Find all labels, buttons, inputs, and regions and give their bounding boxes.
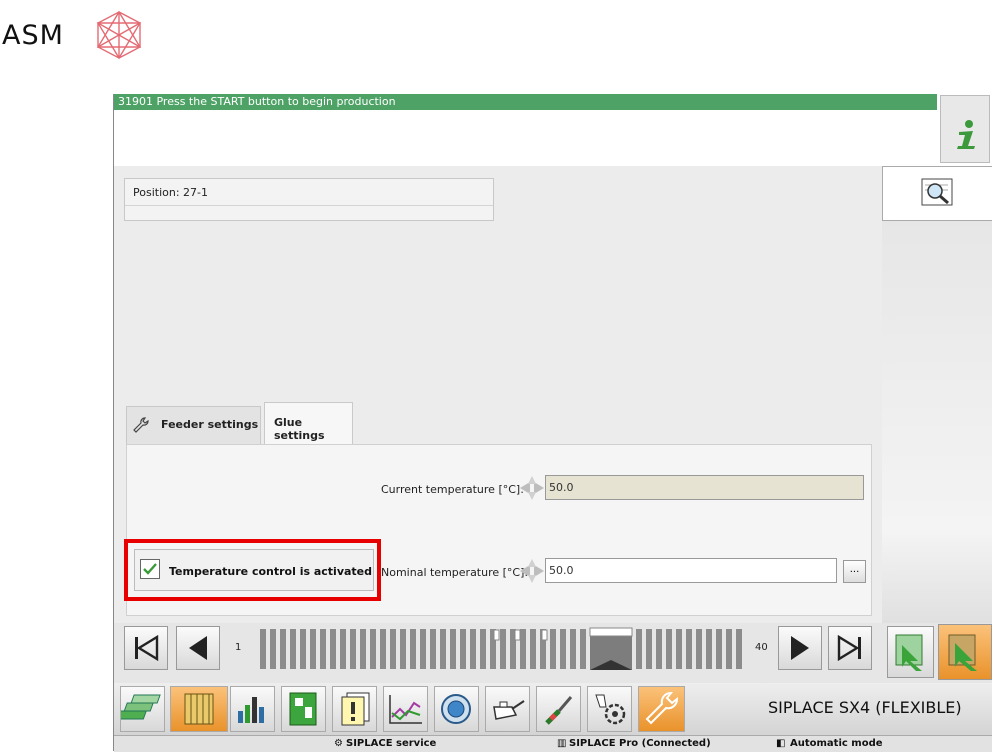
navigator-end-label: 40	[755, 642, 768, 653]
screwdriver-icon	[545, 696, 573, 725]
hand-gear-icon	[595, 694, 626, 725]
pro-status: SIPLACE Pro (Connected)	[569, 738, 711, 749]
current-temperature-field: 50.0	[545, 475, 864, 500]
tab-glue-settings[interactable]: Glue settings	[264, 402, 353, 445]
tab-label: Feeder settings	[161, 418, 259, 431]
navigator-start-label: 1	[235, 642, 242, 653]
pcb-icon	[289, 692, 317, 726]
toolbar-button-tools[interactable]	[536, 686, 581, 732]
asm-logo-icon	[96, 10, 142, 60]
bar-chart-icon	[238, 697, 264, 723]
first-button[interactable]	[124, 626, 168, 670]
feeder-slot-strip[interactable]	[258, 626, 744, 674]
spin-arrows-icon[interactable]	[518, 557, 546, 585]
pro-status-icon: ▥	[557, 738, 567, 749]
move-down-button[interactable]	[887, 626, 934, 678]
toolbar-button-pcb[interactable]	[281, 686, 326, 732]
wrench-icon	[645, 691, 679, 725]
divider	[125, 205, 493, 206]
highlight-box	[124, 539, 381, 601]
skip-last-icon	[837, 634, 861, 662]
last-button[interactable]	[828, 626, 872, 670]
camera-lens-icon	[441, 694, 471, 724]
ellipsis-button[interactable]: ...	[843, 560, 866, 583]
toolbar-button-statistics[interactable]	[230, 686, 275, 732]
info-button[interactable]	[940, 95, 990, 163]
toolbar-button-oil[interactable]	[485, 686, 530, 732]
warning-documents-icon	[341, 692, 370, 726]
side-panel	[882, 166, 992, 623]
mode-status: Automatic mode	[790, 738, 883, 749]
toolbar-button-trend[interactable]	[383, 686, 428, 732]
board-stack-icon	[116, 694, 161, 720]
nominal-temperature-input[interactable]: 50.0	[545, 558, 837, 583]
green-arrow-icon	[948, 634, 977, 671]
feeder-table-icon	[184, 693, 214, 725]
service-status: SIPLACE service	[346, 738, 437, 749]
toolbar-button-camera[interactable]	[434, 686, 479, 732]
nominal-temperature-label: Nominal temperature [°C]:	[381, 566, 529, 579]
message-bar[interactable]: 31901 Press the START button to begin pr…	[114, 94, 937, 110]
trend-chart-icon	[389, 695, 422, 724]
oil-can-icon	[493, 700, 525, 720]
machine-name: SIPLACE SX4 (FLEXIBLE)	[768, 698, 962, 717]
tab-label: Glue settings	[274, 416, 325, 442]
status-bar: ⚙ SIPLACE service ▥ SIPLACE Pro (Connect…	[114, 735, 992, 752]
info-icon	[957, 120, 975, 149]
spin-arrows-icon	[520, 476, 544, 500]
message-area	[114, 110, 937, 166]
toolbar-button-settings[interactable]	[638, 686, 685, 732]
siplace-screen: 31901 Press the START button to begin pr…	[113, 94, 992, 752]
next-button[interactable]	[778, 626, 822, 670]
magnifier-icon	[921, 178, 953, 206]
zoom-view-tab[interactable]	[882, 166, 992, 221]
move-down-active-button[interactable]	[938, 624, 992, 680]
toolbar-button-maintenance[interactable]	[587, 686, 632, 732]
position-label: Position: 27-1	[133, 186, 208, 199]
mode-status-icon: ◧	[776, 738, 786, 749]
position-box: Position: 27-1	[124, 178, 494, 221]
arrow-right-icon	[791, 636, 809, 660]
previous-button[interactable]	[176, 626, 220, 670]
toolbar-button-feeders[interactable]	[170, 686, 228, 732]
tab-feeder-settings[interactable]: Feeder settings	[126, 406, 261, 444]
wrench-icon	[133, 417, 149, 433]
logo-text: ASM	[2, 20, 64, 51]
current-temperature-label: Current temperature [°C]:	[381, 483, 524, 496]
toolbar-button-messages[interactable]	[332, 686, 377, 732]
asm-logo: ASM	[0, 0, 170, 70]
toolbar-button-boards[interactable]	[116, 686, 165, 732]
skip-first-icon	[135, 634, 159, 662]
service-status-icon: ⚙	[334, 738, 343, 749]
green-arrow-icon	[895, 634, 923, 671]
arrow-left-icon	[189, 636, 207, 660]
